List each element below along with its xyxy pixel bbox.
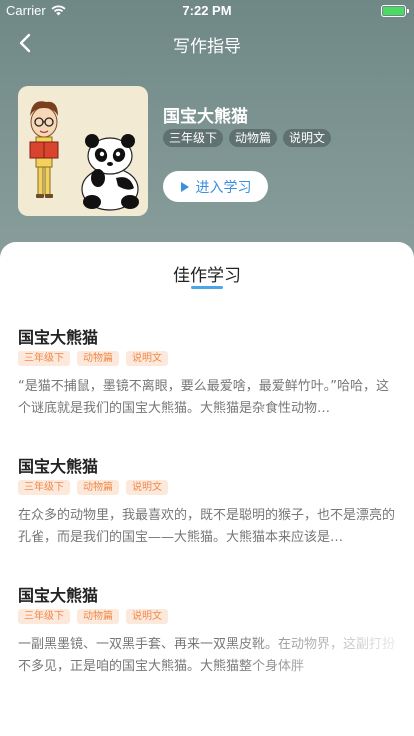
cover-illustration (29, 101, 139, 211)
article-card[interactable]: 国宝大熊猫 三年级下 动物篇 说明文 在众多的动物里，我最喜欢的，既不是聪明的猴… (18, 453, 398, 549)
article-tag-topic: 动物篇 (77, 351, 119, 366)
article-tag-topic: 动物篇 (77, 480, 119, 495)
enter-study-button[interactable]: 进入学习 (163, 171, 268, 202)
section-underline (191, 286, 223, 289)
article-card[interactable]: 国宝大熊猫 三年级下 动物篇 说明文 一副黑墨镜、一双黑手套、再来一双黑皮靴。在… (18, 582, 398, 678)
book-title: 国宝大熊猫 (163, 107, 248, 127)
article-card[interactable]: 国宝大熊猫 三年级下 动物篇 说明文 “是猫不捕鼠，墨镜不离眼，要么最爱啥，最爱… (18, 324, 398, 420)
content-panel: 佳作学习 国宝大熊猫 三年级下 动物篇 说明文 “是猫不捕鼠，墨镜不离眼，要么最… (0, 242, 414, 736)
article-excerpt: 在众多的动物里，我最喜欢的，既不是聪明的猴子，也不是漂亮的孔雀，而是我们的国宝—… (18, 508, 396, 545)
article-tags: 三年级下 动物篇 说明文 (18, 351, 398, 366)
nav-bar: 写作指导 (0, 22, 414, 64)
article-tag-genre: 说明文 (126, 609, 168, 624)
article-tag-grade: 三年级下 (18, 351, 70, 366)
article-excerpt: “是猫不捕鼠，墨镜不离眼，要么最爱啥，最爱鲜竹叶。”哈哈，这个谜底就是我们的国宝… (18, 379, 389, 416)
article-tag-grade: 三年级下 (18, 609, 70, 624)
book-tags: 三年级下 动物篇 说明文 (163, 129, 332, 147)
article-title: 国宝大熊猫 (18, 586, 99, 605)
article-title: 国宝大熊猫 (18, 328, 99, 347)
status-bar: Carrier 7:22 PM (0, 0, 414, 22)
book-tag-grade: 三年级下 (163, 129, 224, 147)
book-tag-genre: 说明文 (283, 129, 332, 147)
article-tags: 三年级下 动物篇 说明文 (18, 609, 398, 624)
article-tag-topic: 动物篇 (77, 609, 119, 624)
article-title: 国宝大熊猫 (18, 457, 99, 476)
enter-study-label: 进入学习 (195, 179, 252, 196)
article-excerpt: 一副黑墨镜、一双黑手套、再来一双黑皮靴。在动物界，这副打扮不多见，正是咱的国宝大… (18, 637, 396, 674)
status-time: 7:22 PM (182, 3, 232, 18)
article-tag-genre: 说明文 (126, 480, 168, 495)
section-title: 佳作学习 (173, 266, 241, 286)
page-title: 写作指导 (173, 37, 241, 57)
book-cover-image (18, 86, 148, 216)
article-tag-grade: 三年级下 (18, 480, 70, 495)
article-tags: 三年级下 动物篇 说明文 (18, 480, 398, 495)
header-banner: Carrier 7:22 PM 写作指导 国宝大熊猫 三年级下 动物篇 说明文 … (0, 0, 414, 272)
play-icon (180, 181, 189, 192)
article-tag-genre: 说明文 (126, 351, 168, 366)
book-tag-topic: 动物篇 (229, 129, 278, 147)
battery-icon (381, 5, 409, 17)
